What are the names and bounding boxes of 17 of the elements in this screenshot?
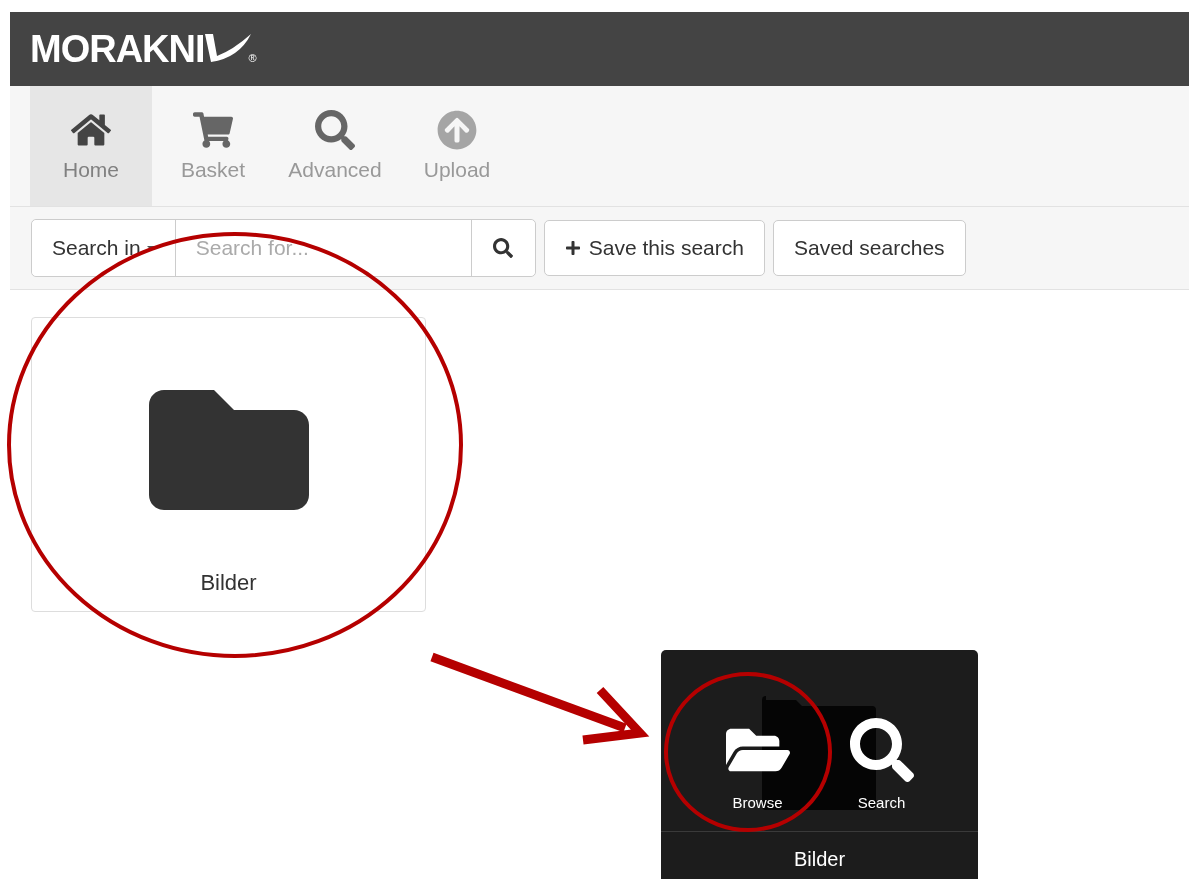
cart-icon (193, 110, 233, 150)
hover-action-button[interactable]: Search (849, 718, 914, 811)
folder-name: Bilder (793, 848, 846, 871)
saved-searches-button[interactable]: Saved searches (772, 220, 966, 276)
search-icon (315, 110, 355, 150)
plus-icon (564, 240, 581, 256)
hover-action-button[interactable]: Browse (725, 718, 790, 811)
caret-icon (146, 246, 155, 250)
save-search-button[interactable]: Save this search (543, 220, 765, 276)
logo-text: MORAKNI (30, 30, 205, 68)
search-button[interactable] (470, 220, 535, 276)
registered-mark: ® (248, 52, 257, 64)
folder-name: Bilder (200, 570, 257, 596)
folder-card[interactable]: Bilder (31, 317, 426, 612)
upload-icon (437, 110, 477, 150)
search-icon (493, 238, 514, 258)
search-icon (849, 718, 914, 782)
